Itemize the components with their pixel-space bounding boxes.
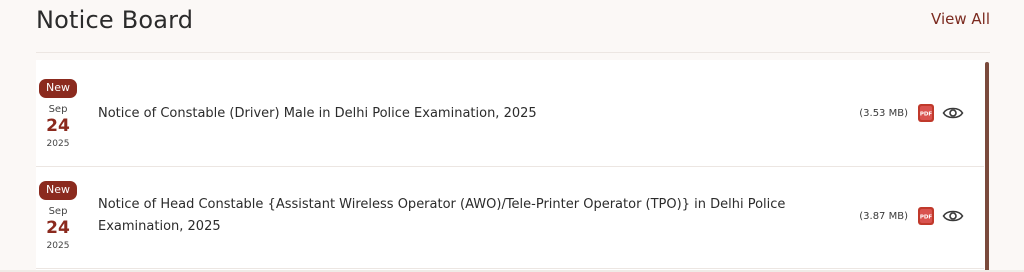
header-divider [36, 52, 990, 53]
notice-list: New Sep 24 2025 Notice of Constable (Dri… [36, 60, 986, 272]
date-year: 2025 [46, 241, 70, 251]
file-size: (3.53 MB) [859, 107, 908, 119]
svg-text:PDF: PDF [920, 112, 933, 118]
view-all-link[interactable]: View All [931, 10, 990, 28]
date-month: Sep [48, 206, 68, 217]
notice-title-link[interactable]: Notice of Head Constable {Assistant Wire… [98, 194, 838, 238]
page-title: Notice Board [36, 6, 194, 34]
notice-attachments: (3.87 MB) PDF [859, 206, 964, 226]
eye-icon[interactable] [942, 104, 964, 122]
date-year: 2025 [46, 139, 70, 149]
scrollbar[interactable] [985, 62, 989, 272]
date-day: 24 [46, 116, 70, 136]
svg-text:PDF: PDF [920, 215, 933, 221]
notice-date: New Sep 24 2025 [36, 76, 80, 149]
notice-attachments: (3.53 MB) PDF [859, 103, 964, 123]
date-month: Sep [48, 104, 68, 115]
notice-board-header: Notice Board View All [36, 0, 990, 52]
new-badge: New [39, 79, 77, 98]
pdf-icon[interactable]: PDF [916, 206, 936, 226]
new-badge: New [39, 181, 77, 200]
pdf-icon[interactable]: PDF [916, 103, 936, 123]
list-item[interactable]: New Sep 24 2025 Notice of Constable (Dri… [36, 64, 984, 167]
eye-icon[interactable] [942, 207, 964, 225]
date-day: 24 [46, 218, 70, 238]
notice-title-link[interactable]: Notice of Constable (Driver) Male in Del… [98, 103, 838, 125]
notice-date: New Sep 24 2025 [36, 178, 80, 251]
list-item[interactable]: New Sep 24 2025 Notice of Head Constable… [36, 166, 984, 269]
file-size: (3.87 MB) [859, 210, 908, 222]
